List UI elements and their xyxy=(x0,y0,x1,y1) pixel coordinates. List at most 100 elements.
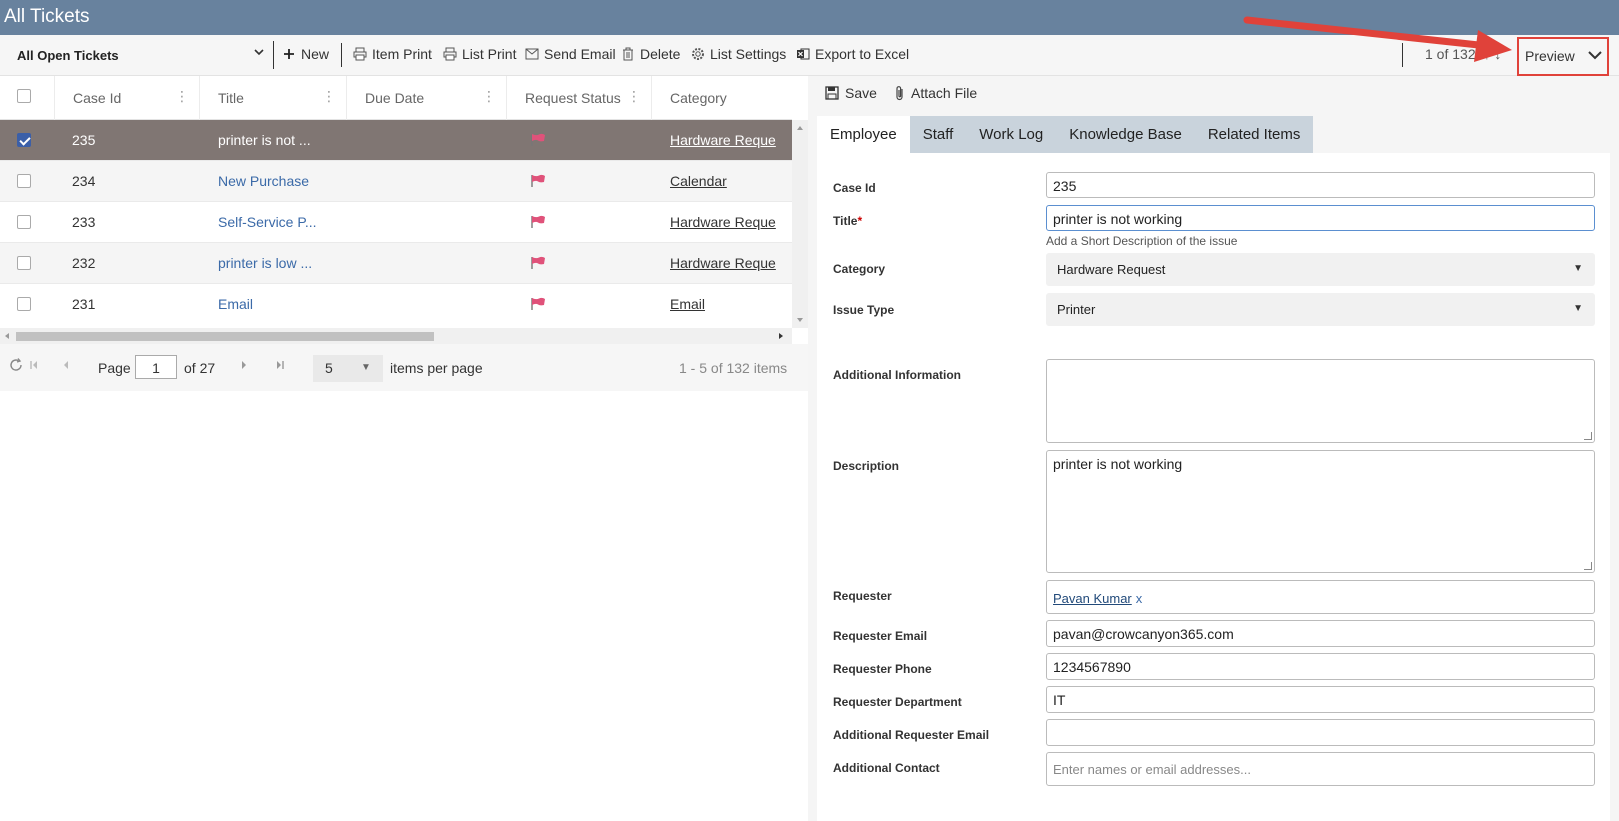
resize-handle[interactable] xyxy=(1584,432,1592,440)
issue-type-select[interactable]: Printer ▼ xyxy=(1046,293,1595,326)
column-header-title[interactable]: Title ⋮ xyxy=(200,76,347,120)
horizontal-scrollbar[interactable] xyxy=(0,328,792,344)
title-cell[interactable]: printer is not ... xyxy=(218,132,338,148)
title-link[interactable]: Self-Service P... xyxy=(218,214,338,230)
column-menu-icon[interactable]: ⋮ xyxy=(322,89,336,103)
view-selector-label: All Open Tickets xyxy=(17,48,119,63)
arrow-up-icon[interactable]: ↑ xyxy=(1484,46,1491,62)
toolbar-divider xyxy=(1402,43,1403,67)
description-textarea[interactable]: printer is not working xyxy=(1046,450,1595,573)
category-link[interactable]: Hardware Reque xyxy=(670,132,790,148)
title-link[interactable]: printer is low ... xyxy=(218,255,338,271)
select-all-cell xyxy=(0,76,55,120)
table-row[interactable]: 232 printer is low ... Hardware Reque xyxy=(0,243,792,284)
additional-contact-label: Additional Contact xyxy=(833,761,940,775)
list-settings-label: List Settings xyxy=(710,46,787,62)
horizontal-scrollbar-thumb[interactable] xyxy=(16,332,434,341)
row-checkbox[interactable] xyxy=(17,215,31,229)
new-button-label: New xyxy=(301,46,330,62)
page-number-input[interactable]: 1 xyxy=(135,355,177,379)
column-menu-icon[interactable]: ⋮ xyxy=(627,89,641,103)
row-checkbox[interactable] xyxy=(17,256,31,270)
category-select-value: Hardware Request xyxy=(1057,262,1166,277)
chevron-down-icon: ▼ xyxy=(361,362,371,373)
refresh-icon[interactable] xyxy=(9,358,23,375)
column-header-category[interactable]: Category xyxy=(652,76,792,120)
title-field[interactable]: printer is not working xyxy=(1046,205,1595,231)
page-size-select[interactable]: 5 ▼ xyxy=(313,355,383,382)
chevron-down-icon xyxy=(253,45,265,62)
delete-button[interactable]: Delete xyxy=(620,43,680,65)
column-menu-icon[interactable]: ⋮ xyxy=(175,89,189,103)
item-print-button[interactable]: Item Print xyxy=(352,43,432,65)
list-print-button[interactable]: List Print xyxy=(442,43,516,65)
list-settings-button[interactable]: List Settings xyxy=(690,43,786,65)
view-selector[interactable]: All Open Tickets xyxy=(8,41,274,69)
category-select[interactable]: Hardware Request ▼ xyxy=(1046,253,1595,286)
page-label: Page xyxy=(98,360,131,376)
remove-requester-button[interactable]: x xyxy=(1136,591,1143,606)
case-id-cell: 235 xyxy=(72,132,96,148)
save-button[interactable]: Save xyxy=(825,85,877,101)
prev-page-icon[interactable] xyxy=(62,358,70,375)
additional-contact-picker[interactable]: Enter names or email addresses... xyxy=(1046,752,1595,786)
vertical-scrollbar[interactable] xyxy=(792,120,808,328)
requester-person-link[interactable]: Pavan Kumar xyxy=(1053,591,1132,606)
title-link[interactable]: Email xyxy=(218,296,338,312)
row-checkbox[interactable] xyxy=(17,133,31,147)
category-link[interactable]: Calendar xyxy=(670,173,790,189)
requester-phone-field[interactable]: 1234567890 xyxy=(1046,653,1595,680)
title-link[interactable]: New Purchase xyxy=(218,173,338,189)
requester-email-field[interactable]: pavan@crowcanyon365.com xyxy=(1046,620,1595,647)
export-excel-button[interactable]: Export to Excel xyxy=(795,43,909,65)
arrow-down-icon[interactable]: ↓ xyxy=(1494,46,1501,62)
case-id-cell: 233 xyxy=(72,214,96,230)
flag-icon xyxy=(530,297,546,314)
table-row[interactable]: 233 Self-Service P... Hardware Reque xyxy=(0,202,792,243)
tab-staff[interactable]: Staff xyxy=(909,116,967,153)
row-checkbox[interactable] xyxy=(17,174,31,188)
item-print-label: Item Print xyxy=(372,46,432,62)
grid-pager: Page 1 of 27 5 ▼ items per page 1 - 5 of… xyxy=(0,344,808,391)
column-header-due-date[interactable]: Due Date ⋮ xyxy=(347,76,507,120)
requester-picker[interactable]: Pavan Kumar x xyxy=(1046,580,1595,614)
description-value: printer is not working xyxy=(1053,456,1183,472)
items-summary: 1 - 5 of 132 items xyxy=(679,360,788,376)
resize-handle[interactable] xyxy=(1584,562,1592,570)
tab-related-items[interactable]: Related Items xyxy=(1194,116,1314,153)
case-id-field[interactable]: 235 xyxy=(1046,172,1595,198)
new-button[interactable]: New xyxy=(281,43,329,65)
printer-icon xyxy=(352,46,368,62)
tab-work-log[interactable]: Work Log xyxy=(966,116,1057,153)
row-checkbox[interactable] xyxy=(17,297,31,311)
additional-info-textarea[interactable] xyxy=(1046,359,1595,443)
grid-header: Case Id ⋮ Title ⋮ Due Date ⋮ Request Status… xyxy=(0,76,792,120)
select-all-checkbox[interactable] xyxy=(17,89,31,103)
attach-file-button[interactable]: Attach File xyxy=(895,85,977,101)
case-id-cell: 234 xyxy=(72,173,96,189)
column-menu-icon[interactable]: ⋮ xyxy=(482,89,496,103)
first-page-icon[interactable] xyxy=(29,358,39,375)
tab-knowledge-base[interactable]: Knowledge Base xyxy=(1056,116,1195,153)
additional-requester-email-field[interactable] xyxy=(1046,719,1595,746)
category-link[interactable]: Email xyxy=(670,296,790,312)
table-row[interactable]: 235 printer is not ... Hardware Reque xyxy=(0,120,792,161)
trash-icon xyxy=(620,46,636,62)
requester-department-field[interactable]: IT xyxy=(1046,686,1595,713)
table-row[interactable]: 231 Email Email xyxy=(0,284,792,325)
case-id-cell: 232 xyxy=(72,255,96,271)
send-email-button[interactable]: Send Email xyxy=(524,43,616,65)
page-count: of 27 xyxy=(184,360,216,376)
category-link[interactable]: Hardware Reque xyxy=(670,214,790,230)
table-row[interactable]: 234 New Purchase Calendar xyxy=(0,161,792,202)
toolbar: All Open Tickets New Item Print List Pri… xyxy=(0,35,1619,76)
issue-type-label: Issue Type xyxy=(833,303,895,317)
column-header-case-id[interactable]: Case Id ⋮ xyxy=(55,76,200,120)
next-page-icon[interactable] xyxy=(240,358,248,375)
page-title: All Tickets xyxy=(4,6,90,27)
preview-button[interactable]: Preview xyxy=(1517,37,1609,76)
last-page-icon[interactable] xyxy=(275,358,285,375)
tab-employee[interactable]: Employee xyxy=(817,116,910,153)
column-header-request-status[interactable]: Request Status ⋮ xyxy=(507,76,652,120)
category-link[interactable]: Hardware Reque xyxy=(670,255,790,271)
